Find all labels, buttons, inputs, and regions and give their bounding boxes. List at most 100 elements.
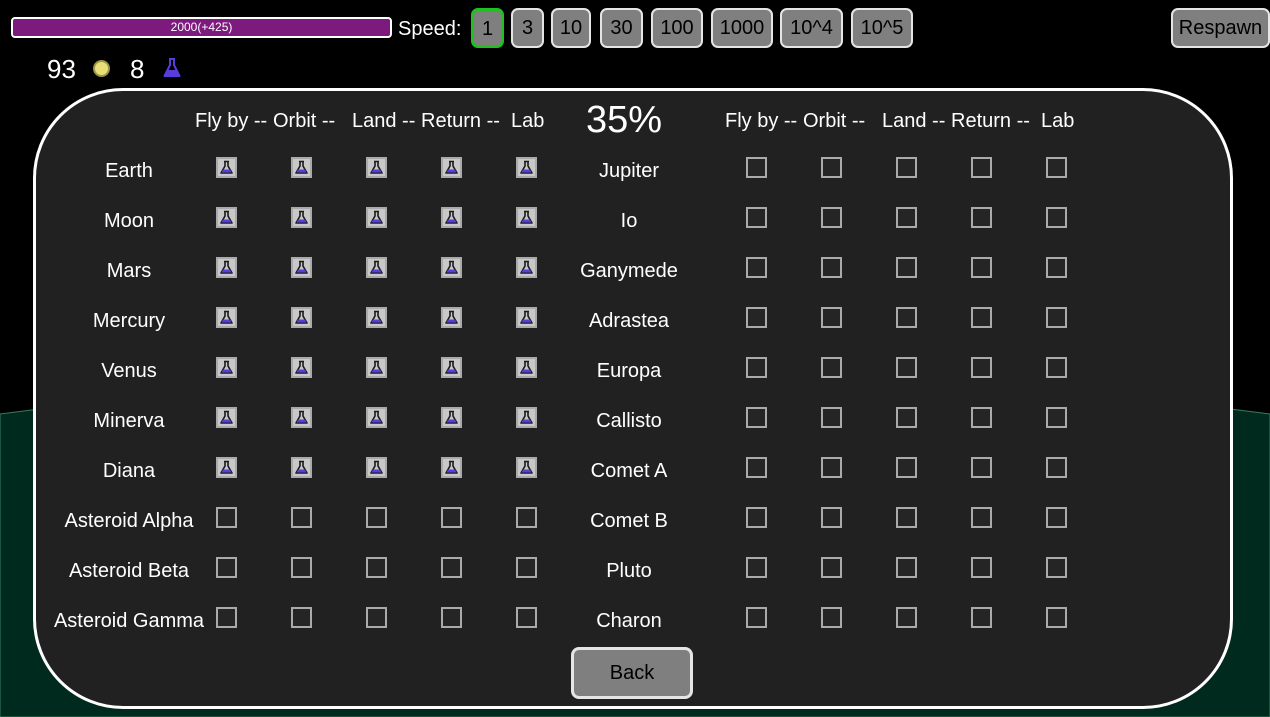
mission-checkbox-lab[interactable] [1046,407,1067,428]
mission-checkbox-orbit[interactable] [291,307,312,328]
mission-checkbox-fly-by[interactable] [746,607,767,628]
mission-checkbox-fly-by[interactable] [216,207,237,228]
speed-button-3[interactable]: 3 [511,8,544,48]
speed-button-1[interactable]: 1 [471,8,504,48]
mission-checkbox-lab[interactable] [516,407,537,428]
mission-checkbox-fly-by[interactable] [216,507,237,528]
mission-checkbox-land[interactable] [896,607,917,628]
mission-checkbox-fly-by[interactable] [216,307,237,328]
mission-checkbox-orbit[interactable] [821,557,842,578]
mission-checkbox-lab[interactable] [516,207,537,228]
mission-checkbox-orbit[interactable] [821,257,842,278]
mission-checkbox-orbit[interactable] [821,157,842,178]
mission-checkbox-orbit[interactable] [291,157,312,178]
mission-checkbox-fly-by[interactable] [216,557,237,578]
mission-checkbox-fly-by[interactable] [216,407,237,428]
speed-button-10e4[interactable]: 10^4 [780,8,843,48]
mission-checkbox-land[interactable] [896,507,917,528]
mission-checkbox-orbit[interactable] [291,357,312,378]
speed-button-100[interactable]: 100 [651,8,703,48]
mission-checkbox-land[interactable] [896,357,917,378]
mission-checkbox-lab[interactable] [1046,607,1067,628]
mission-checkbox-return[interactable] [971,257,992,278]
mission-checkbox-lab[interactable] [516,257,537,278]
mission-checkbox-orbit[interactable] [291,607,312,628]
mission-checkbox-return[interactable] [971,357,992,378]
mission-checkbox-fly-by[interactable] [746,307,767,328]
mission-checkbox-lab[interactable] [1046,457,1067,478]
mission-checkbox-fly-by[interactable] [216,607,237,628]
mission-checkbox-fly-by[interactable] [746,457,767,478]
mission-checkbox-orbit[interactable] [821,357,842,378]
mission-checkbox-return[interactable] [441,307,462,328]
mission-checkbox-lab[interactable] [516,457,537,478]
mission-checkbox-orbit[interactable] [821,407,842,428]
mission-checkbox-return[interactable] [441,207,462,228]
mission-checkbox-lab[interactable] [1046,157,1067,178]
mission-checkbox-fly-by[interactable] [746,507,767,528]
mission-checkbox-land[interactable] [896,407,917,428]
mission-checkbox-fly-by[interactable] [746,257,767,278]
mission-checkbox-lab[interactable] [1046,557,1067,578]
mission-checkbox-lab[interactable] [516,607,537,628]
speed-button-10e5[interactable]: 10^5 [851,8,913,48]
mission-checkbox-land[interactable] [896,207,917,228]
mission-checkbox-fly-by[interactable] [746,357,767,378]
mission-checkbox-return[interactable] [971,607,992,628]
mission-checkbox-land[interactable] [896,157,917,178]
mission-checkbox-return[interactable] [971,507,992,528]
speed-button-30[interactable]: 30 [600,8,643,48]
mission-checkbox-fly-by[interactable] [216,257,237,278]
mission-checkbox-land[interactable] [366,507,387,528]
mission-checkbox-land[interactable] [366,457,387,478]
mission-checkbox-return[interactable] [441,357,462,378]
mission-checkbox-orbit[interactable] [291,457,312,478]
mission-checkbox-orbit[interactable] [821,207,842,228]
mission-checkbox-return[interactable] [441,407,462,428]
mission-checkbox-lab[interactable] [1046,307,1067,328]
mission-checkbox-orbit[interactable] [291,207,312,228]
mission-checkbox-lab[interactable] [516,507,537,528]
mission-checkbox-return[interactable] [441,157,462,178]
mission-checkbox-orbit[interactable] [821,607,842,628]
mission-checkbox-lab[interactable] [516,357,537,378]
mission-checkbox-return[interactable] [971,557,992,578]
mission-checkbox-land[interactable] [896,557,917,578]
respawn-button[interactable]: Respawn [1171,8,1270,48]
mission-checkbox-land[interactable] [366,407,387,428]
mission-checkbox-land[interactable] [366,257,387,278]
mission-checkbox-land[interactable] [366,307,387,328]
mission-checkbox-return[interactable] [971,457,992,478]
mission-checkbox-fly-by[interactable] [216,157,237,178]
mission-checkbox-return[interactable] [441,257,462,278]
mission-checkbox-return[interactable] [441,507,462,528]
mission-checkbox-land[interactable] [366,607,387,628]
mission-checkbox-fly-by[interactable] [216,457,237,478]
mission-checkbox-land[interactable] [366,157,387,178]
mission-checkbox-land[interactable] [366,207,387,228]
mission-checkbox-orbit[interactable] [291,257,312,278]
mission-checkbox-orbit[interactable] [821,307,842,328]
mission-checkbox-lab[interactable] [1046,257,1067,278]
mission-checkbox-lab[interactable] [1046,207,1067,228]
mission-checkbox-orbit[interactable] [291,557,312,578]
mission-checkbox-fly-by[interactable] [746,157,767,178]
mission-checkbox-lab[interactable] [516,557,537,578]
mission-checkbox-land[interactable] [896,457,917,478]
mission-checkbox-land[interactable] [366,357,387,378]
mission-checkbox-return[interactable] [971,407,992,428]
mission-checkbox-return[interactable] [971,207,992,228]
mission-checkbox-orbit[interactable] [821,457,842,478]
mission-checkbox-orbit[interactable] [291,407,312,428]
mission-checkbox-lab[interactable] [516,307,537,328]
mission-checkbox-land[interactable] [366,557,387,578]
speed-button-10[interactable]: 10 [551,8,591,48]
mission-checkbox-orbit[interactable] [291,507,312,528]
mission-checkbox-lab[interactable] [1046,507,1067,528]
back-button[interactable]: Back [571,647,693,699]
mission-checkbox-orbit[interactable] [821,507,842,528]
mission-checkbox-return[interactable] [971,157,992,178]
mission-checkbox-lab[interactable] [1046,357,1067,378]
mission-checkbox-return[interactable] [441,557,462,578]
mission-checkbox-fly-by[interactable] [746,207,767,228]
